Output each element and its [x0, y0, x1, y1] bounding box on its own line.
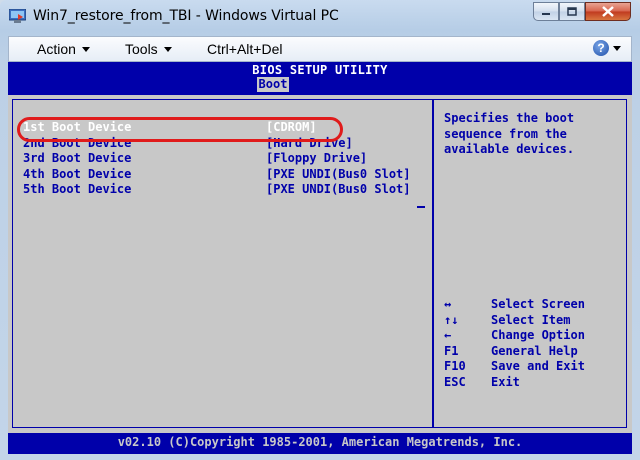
close-button[interactable] — [585, 2, 631, 21]
key-name: F1 — [444, 343, 459, 358]
bios-header: BIOS SETUP UTILITY Boot — [8, 62, 632, 95]
window-title: Win7_restore_from_TBI - Windows Virtual … — [33, 8, 339, 24]
title-bar[interactable]: Win7_restore_from_TBI - Windows Virtual … — [0, 0, 640, 34]
boot-device-label: 5th Boot Device — [23, 182, 132, 196]
item-help-text: Specifies the boot sequence from the ava… — [444, 111, 622, 158]
tab-boot[interactable]: Boot — [257, 77, 289, 92]
boot-device-label: 4th Boot Device — [23, 166, 132, 181]
boot-device-row[interactable]: 5th Boot Device [PXE UNDI(Bus0 Slot] — [23, 182, 411, 197]
window-frame: Win7_restore_from_TBI - Windows Virtual … — [0, 0, 640, 460]
menu-action[interactable]: Action — [37, 41, 90, 57]
boot-device-row[interactable]: 4th Boot Device [PXE UNDI(Bus0 Slot] — [23, 167, 411, 182]
key-name: ↔ — [444, 297, 452, 311]
menu-bar: Action Tools Ctrl+Alt+Del ? — [8, 36, 632, 62]
key-legend-row: F10 Save and Exit — [444, 359, 585, 375]
menu-action-label: Action — [37, 41, 76, 57]
maximize-button[interactable] — [559, 2, 585, 21]
selection-highlight-annotation — [17, 117, 343, 142]
key-legend-row: ↔ Select Screen — [444, 297, 585, 313]
key-legend-row: ESC Exit — [444, 375, 531, 391]
key-name: ↑↓ — [444, 312, 459, 327]
boot-device-panel: 1st Boot Device [CDROM] 2nd Boot Device … — [12, 99, 433, 428]
key-legend: ↔ Select Screen ↑↓ Select Item ← Change … — [444, 297, 585, 391]
boot-device-value[interactable]: [PXE UNDI(Bus0 Slot] — [266, 182, 411, 196]
chevron-down-icon — [163, 46, 172, 52]
maximize-icon — [567, 6, 577, 16]
chevron-down-icon — [81, 46, 90, 52]
virtual-pc-icon — [9, 9, 26, 23]
menu-tools[interactable]: Tools — [125, 41, 172, 57]
key-description: Change Option — [491, 328, 585, 343]
key-description: Save and Exit — [491, 359, 585, 374]
help-line: Specifies the boot — [444, 111, 575, 125]
menu-ctrl-alt-del-label: Ctrl+Alt+Del — [207, 41, 283, 57]
help-panel: Specifies the boot sequence from the ava… — [433, 99, 627, 428]
close-icon — [602, 6, 614, 17]
key-description: General Help — [491, 343, 578, 358]
key-description: Select Item — [491, 312, 571, 327]
key-name: F10 — [444, 359, 466, 374]
key-name: ESC — [444, 374, 466, 389]
vm-screen[interactable]: BIOS SETUP UTILITY Boot 1st Boot Device … — [8, 62, 632, 454]
bios-body: 1st Boot Device [CDROM] 2nd Boot Device … — [8, 95, 632, 433]
boot-device-value[interactable]: [Floppy Drive] — [266, 151, 367, 165]
bios-title: BIOS SETUP UTILITY — [252, 63, 388, 77]
minimize-button[interactable] — [533, 2, 559, 21]
chevron-down-icon — [613, 45, 621, 51]
boot-device-value[interactable]: [PXE UNDI(Bus0 Slot] — [266, 167, 411, 181]
help-line: sequence from the — [444, 126, 567, 141]
help-line: available devices. — [444, 142, 575, 156]
boot-device-label: 3rd Boot Device — [23, 151, 132, 165]
window-controls — [533, 2, 631, 22]
text-cursor — [417, 206, 425, 208]
key-legend-row: ← Change Option — [444, 328, 585, 344]
menu-ctrl-alt-del[interactable]: Ctrl+Alt+Del — [207, 41, 282, 57]
help-menu[interactable]: ? — [593, 40, 621, 56]
key-description: Select Screen — [491, 297, 585, 311]
key-legend-row: ↑↓ Select Item — [444, 312, 570, 329]
help-icon: ? — [593, 40, 609, 56]
boot-device-row[interactable]: 3rd Boot Device [Floppy Drive] — [23, 151, 367, 166]
key-name: ← — [444, 328, 452, 343]
key-legend-row: F1 General Help — [444, 343, 578, 360]
bios-copyright-footer: v02.10 (C)Copyright 1985-2001, American … — [8, 433, 632, 454]
menu-tools-label: Tools — [125, 41, 158, 57]
key-description: Exit — [491, 374, 520, 389]
minimize-icon — [542, 12, 550, 15]
